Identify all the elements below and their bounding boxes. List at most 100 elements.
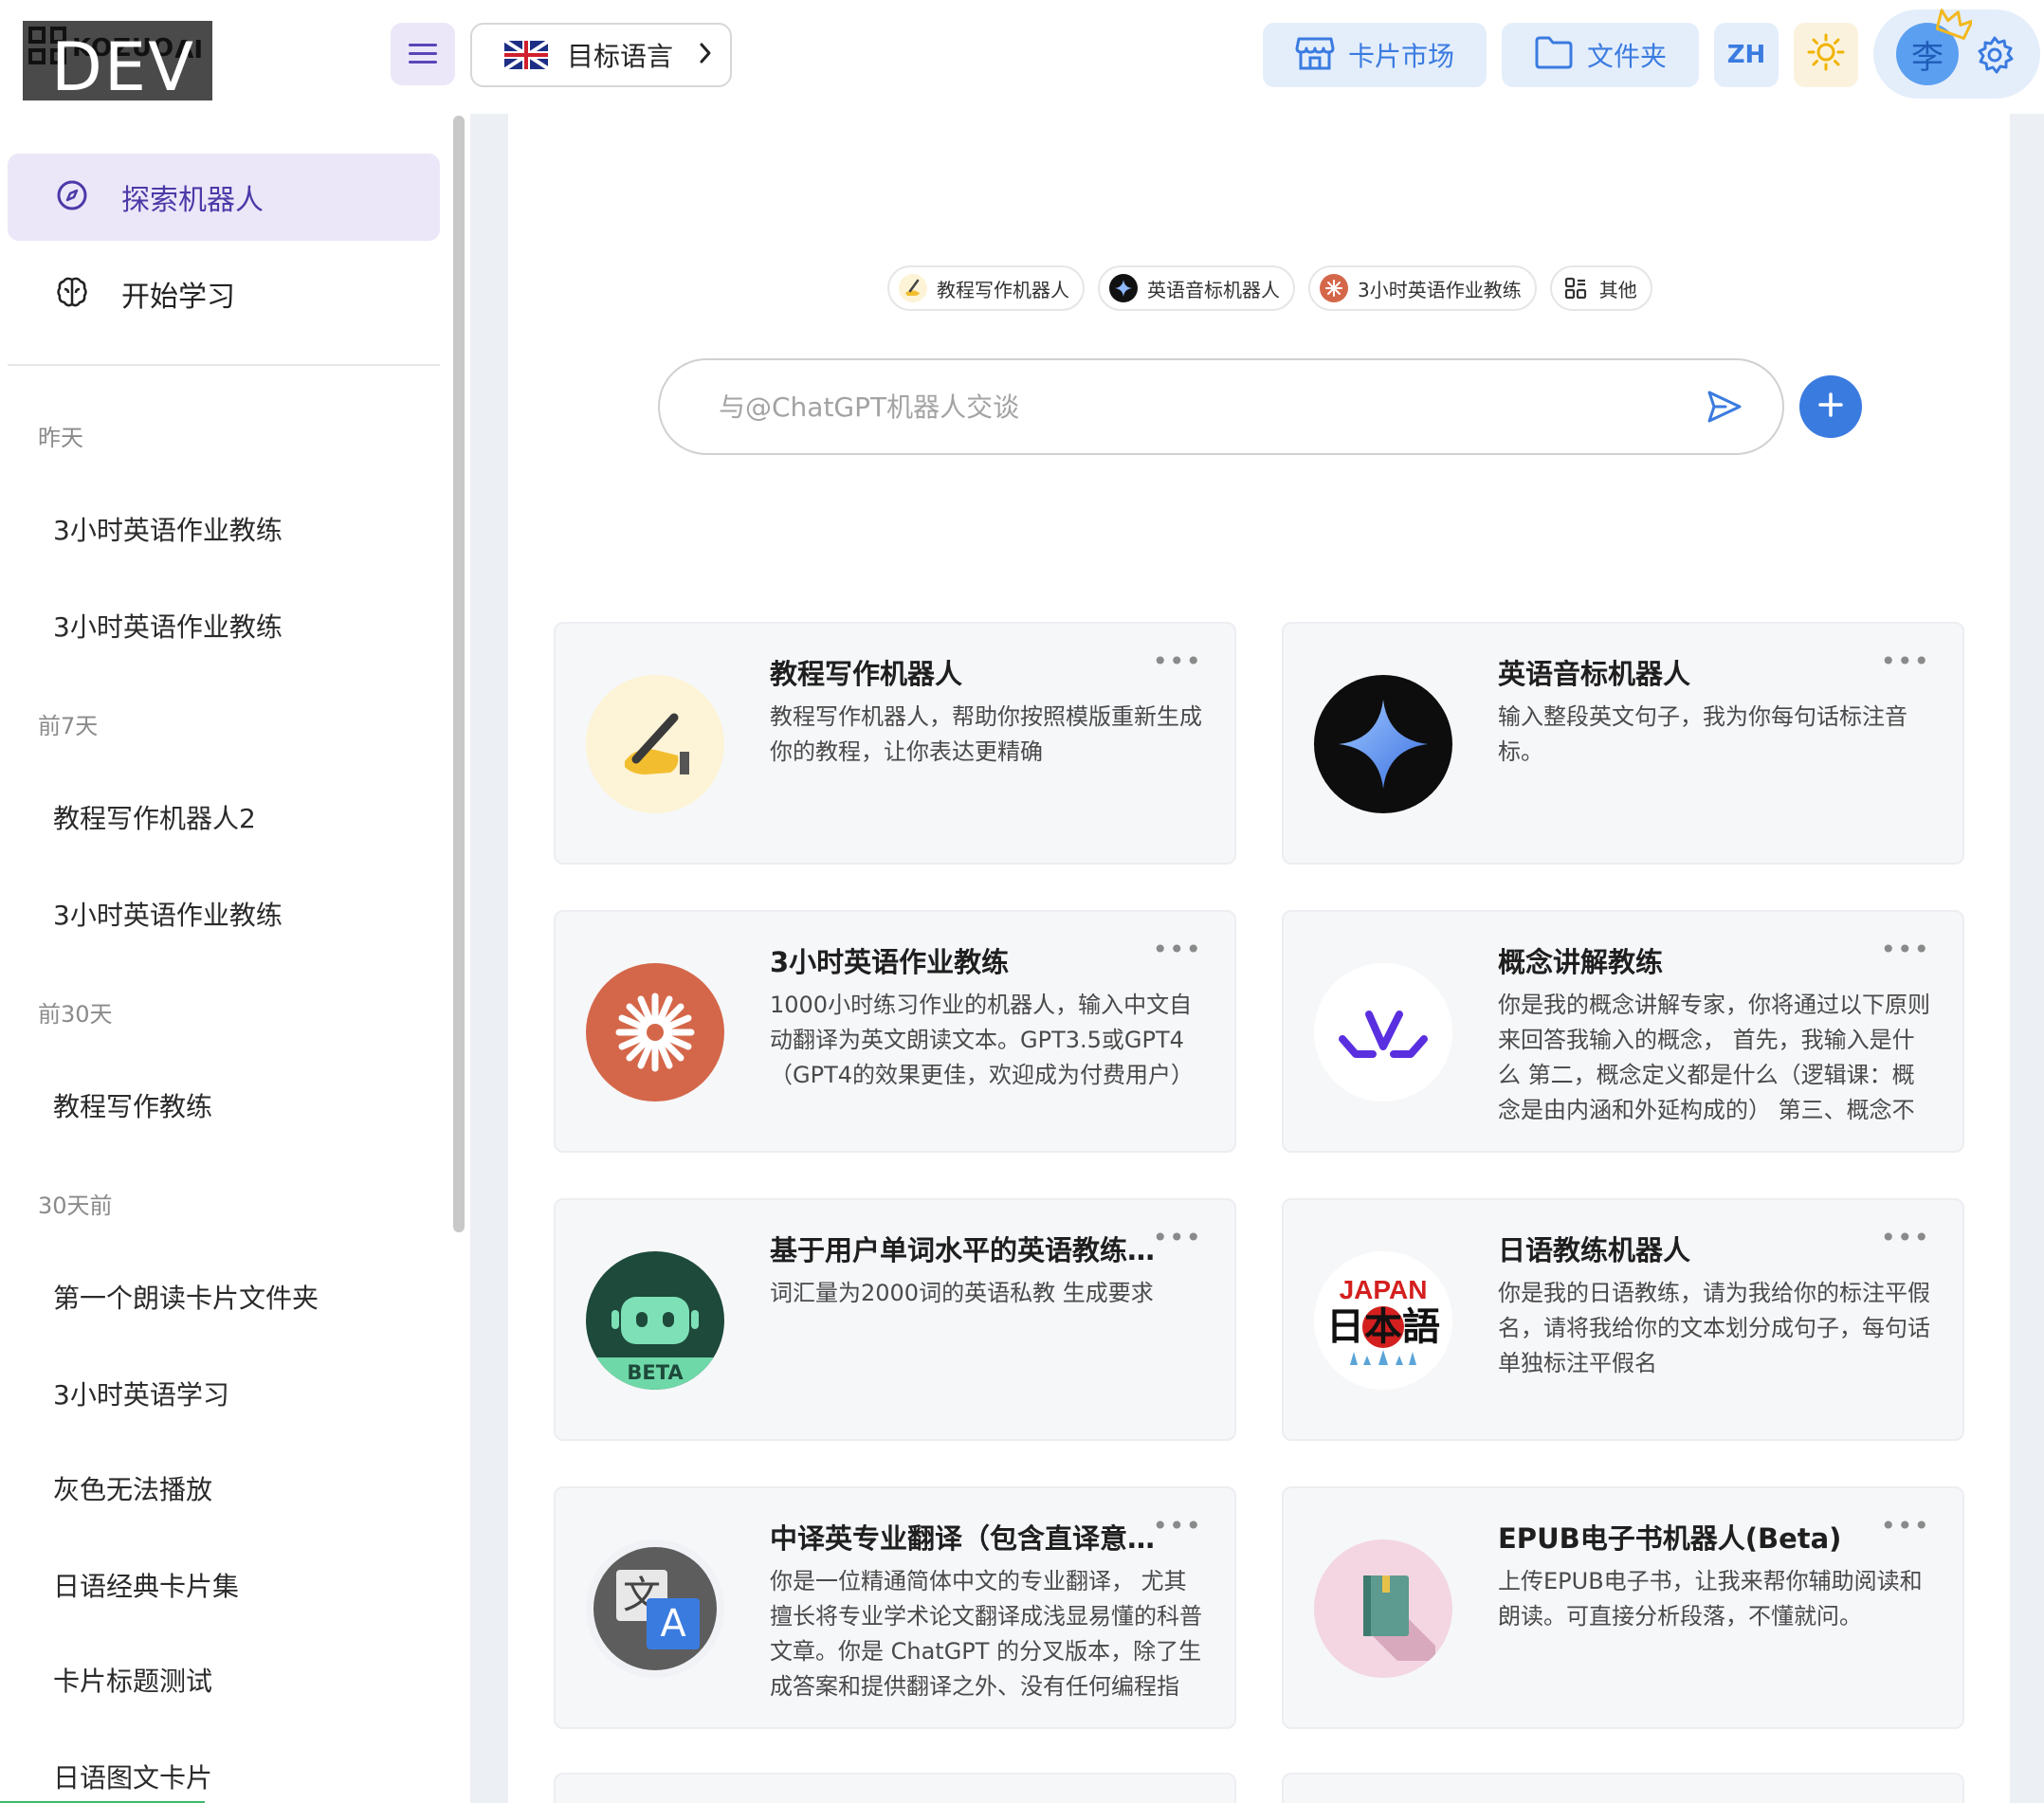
card-description: 1000小时练习作业的机器人，输入中文自动翻译为英文朗读文本。GPT3.5或GP… [770,992,1194,1088]
settings-icon[interactable] [1974,34,2016,76]
bot-card-partial[interactable] [1282,1773,1964,1803]
folder-button[interactable]: 文件夹 [1502,23,1699,87]
sidebar-item-explore[interactable]: 探索机器人 [8,154,440,241]
history-item[interactable]: 3小时英语作业教练 [53,510,283,548]
card-title: 教程写作机器人 [770,658,963,690]
sidebar-item-label: 探索机器人 [121,184,264,217]
sparkle-star-icon [1109,274,1138,302]
uk-flag-icon [504,41,548,69]
bot-card[interactable]: 3小时英语作业教练 1000小时练习作业的机器人，输入中文自动翻译为英文朗读文本… [554,910,1236,1153]
history-item[interactable]: 卡片标题测试 [53,1661,212,1699]
chip-tutorial-writer[interactable]: 教程写作机器人 [887,265,1085,311]
more-options-icon[interactable]: ••• [1152,937,1202,963]
translate-en-glyph: A [647,1598,700,1649]
card-description: 教程写作机器人，帮助你按照模版重新生成你的教程，让你表达更精确 [770,703,1202,765]
card-description: 你是我的概念讲解专家，你将通过以下原则来回答我输入的概念， 首先，我输入是什么 … [1498,992,1930,1123]
app-root: KOZUO AI DEV 目标语言 卡片市场 文件夹 ZH 李 探索机器人 开始… [0,0,2044,1803]
store-icon [1295,33,1335,78]
more-options-icon[interactable]: ••• [1152,1225,1202,1251]
more-options-icon[interactable]: ••• [1880,1225,1930,1251]
card-title: 中译英专业翻译（包含直译意译版本） [770,1522,1159,1555]
history-item[interactable]: 3小时英语作业教练 [53,895,283,933]
japan-logo-main-text: 日本語 [1326,1305,1440,1349]
dev-badge: DEV [51,28,196,106]
chevron-right-icon [698,39,713,72]
chip-homework-coach[interactable]: 3小时英语作业教练 [1308,265,1537,311]
bot-card[interactable]: EPUB电子书机器人(Beta) 上传EPUB电子书，让我来帮你辅助阅读和朗读。… [1282,1486,1964,1729]
menu-toggle-button[interactable] [391,23,455,85]
user-menu[interactable]: 李 [1873,9,2040,99]
more-options-icon[interactable]: ••• [1152,1513,1202,1539]
history-group-label: 前30天 [38,1001,113,1028]
card-market-label: 卡片市场 [1347,41,1454,72]
history-item[interactable]: 灰色无法播放 [53,1469,212,1507]
purple-logo-icon [1314,963,1452,1102]
card-description: 词汇量为2000词的英语私教 生成要求 [770,1280,1154,1306]
writing-hand-icon [586,675,724,813]
history-group-label: 30天前 [38,1193,113,1219]
card-title: 日语教练机器人 [1498,1234,1691,1266]
more-options-icon[interactable]: ••• [1152,648,1202,675]
history-item[interactable]: 教程写作教练 [53,1086,212,1124]
beta-badge: BETA [586,1357,724,1390]
sidebar-scrollbar[interactable] [453,116,465,1232]
bot-card[interactable]: 文 A 中译英专业翻译（包含直译意译版本） 你是一位精通简体中文的专业翻译， 尤… [554,1486,1236,1729]
plus-icon [1817,392,1844,422]
folder-icon [1534,35,1574,76]
history-group-label: 前7天 [38,713,99,739]
bot-card[interactable]: 概念讲解教练 你是我的概念讲解专家，你将通过以下原则来回答我输入的概念， 首先，… [1282,910,1964,1153]
chat-input-box[interactable] [658,358,1784,455]
card-description: 你是一位精通简体中文的专业翻译， 尤其擅长将专业学术论文翻译成浅显易懂的科普文章… [770,1568,1202,1700]
sidebar-item-label: 开始学习 [121,281,235,314]
orange-burst-icon [1320,274,1348,302]
history-item[interactable]: 第一个朗读卡片文件夹 [53,1278,319,1316]
writing-hand-icon [899,274,927,302]
book-icon [1314,1539,1452,1678]
folder-label: 文件夹 [1586,41,1667,72]
card-title: 基于用户单词水平的英语教练[Beta] [770,1234,1159,1266]
chip-label: 教程写作机器人 [937,278,1069,301]
sidebar-divider [8,364,440,366]
send-icon[interactable] [1706,389,1743,428]
target-language-label: 目标语言 [567,41,674,72]
sidebar-item-learn[interactable]: 开始学习 [8,250,440,337]
brain-icon [55,275,89,313]
app-logo[interactable]: KOZUO AI DEV [23,21,212,100]
chat-input[interactable] [719,391,1629,423]
apps-grid-icon [1561,274,1590,302]
bot-card[interactable]: 英语音标机器人 输入整段英文句子，我为你每句话标注音标。 ••• [1282,622,1964,865]
history-item[interactable]: 3小时英语作业教练 [53,607,283,645]
sun-icon [1807,33,1845,78]
hamburger-icon [409,44,437,64]
chip-label: 3小时英语作业教练 [1358,278,1522,301]
orange-burst-icon [586,963,724,1102]
beta-bot-icon: BETA [586,1251,724,1390]
more-options-icon[interactable]: ••• [1880,648,1930,675]
new-chat-button[interactable] [1799,375,1862,438]
more-options-icon[interactable]: ••• [1880,1513,1930,1539]
chip-label: 英语音标机器人 [1147,278,1280,301]
target-language-button[interactable]: 目标语言 [470,23,732,87]
bot-card-partial[interactable] [554,1773,1236,1803]
card-market-button[interactable]: 卡片市场 [1263,23,1487,87]
chip-phonetic[interactable]: 英语音标机器人 [1098,265,1295,311]
history-item[interactable]: 日语经典卡片集 [53,1566,239,1604]
bot-card[interactable]: BETA 基于用户单词水平的英语教练[Beta] 词汇量为2000词的英语私教 … [554,1198,1236,1441]
japan-logo-icon: JAPAN 日本語 [1314,1251,1452,1390]
card-title: 3小时英语作业教练 [770,946,1010,978]
bot-card[interactable]: JAPAN 日本語 日语教练机器人 你是我的日语教练，请为我给你的标注平假名，请… [1282,1198,1964,1441]
sparkle-star-icon [1314,675,1452,813]
theme-toggle-button[interactable] [1794,23,1858,87]
history-item[interactable]: 3小时英语学习 [53,1375,229,1412]
compass-icon [55,178,89,216]
bot-card[interactable]: 教程写作机器人 教程写作机器人，帮助你按照模版重新生成你的教程，让你表达更精确 … [554,622,1236,865]
history-item[interactable]: 教程写作机器人2 [53,798,256,836]
sidebar: 探索机器人 开始学习 昨天 3小时英语作业教练 3小时英语作业教练 前7天 教程… [0,114,470,1803]
card-title: 英语音标机器人 [1498,658,1691,690]
card-description: 你是我的日语教练，请为我给你的标注平假名，请将我给你的文本划分成句子，每句话单独… [1498,1280,1930,1376]
japan-logo-text: JAPAN [1339,1275,1428,1304]
ui-language-button[interactable]: ZH [1714,23,1779,87]
more-options-icon[interactable]: ••• [1880,937,1930,963]
history-item[interactable]: 日语图文卡片 [53,1757,212,1795]
chip-other[interactable]: 其他 [1549,265,1652,311]
